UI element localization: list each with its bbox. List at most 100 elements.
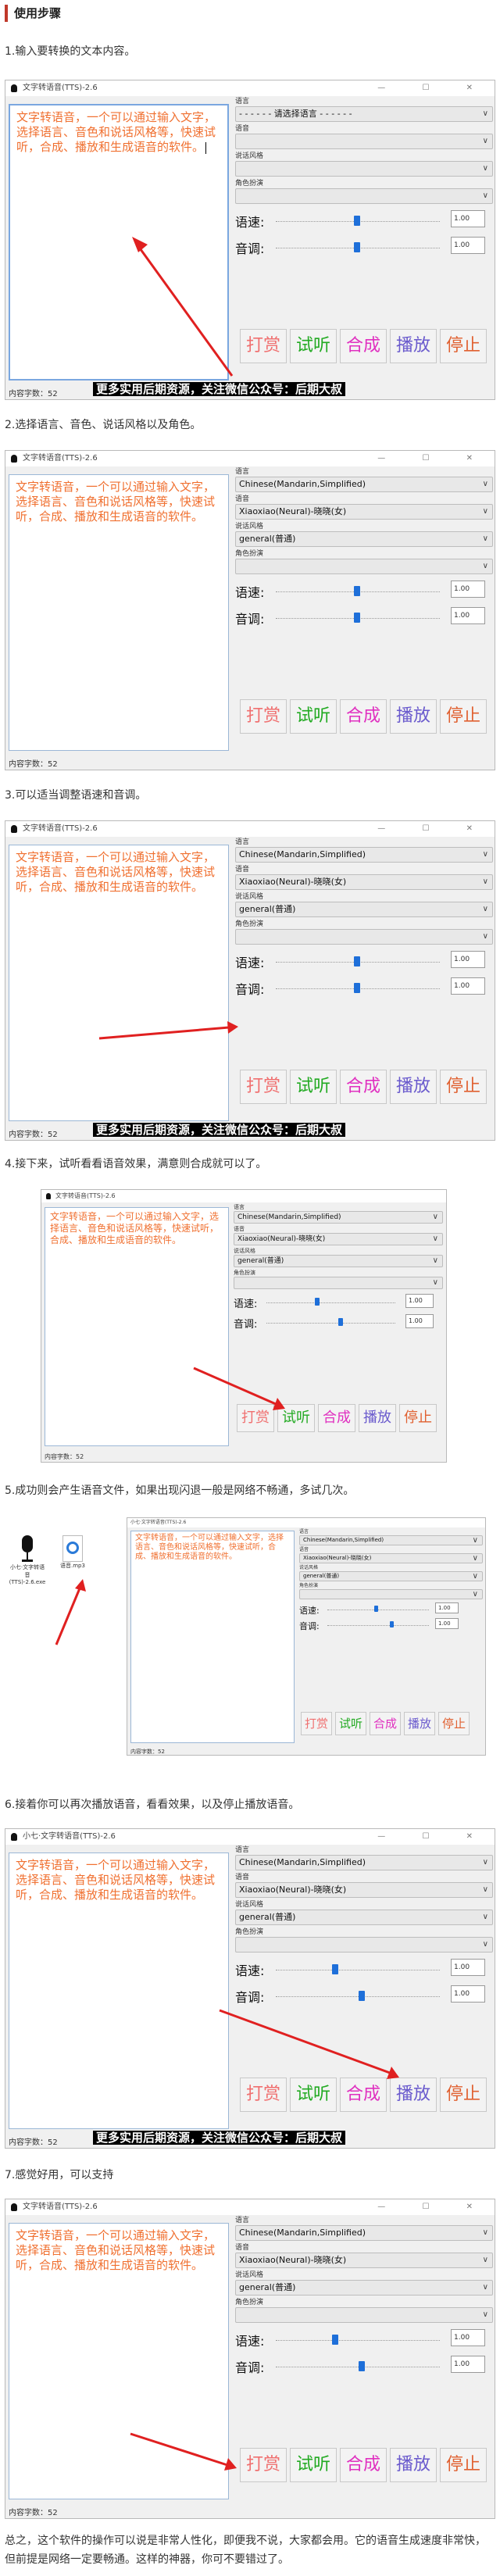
language-select[interactable]: - - - - - - 请选择语言 - - - - - - (235, 106, 493, 122)
role-select[interactable] (235, 1937, 493, 1953)
preview-button[interactable]: 试听 (290, 329, 337, 363)
pitch-slider-thumb[interactable] (359, 2361, 365, 2371)
stop-button[interactable]: 停止 (438, 1712, 470, 1735)
language-select[interactable]: Chinese(Mandarin,Simplified) (299, 1535, 483, 1545)
speed-slider-thumb[interactable] (354, 956, 360, 966)
role-select[interactable] (235, 929, 493, 945)
text-input[interactable]: 文字转语音，一个可以通过输入文字，选择语言、音色和说话风格等，快速试听，合成、播… (9, 474, 229, 751)
pitch-spinbox[interactable]: 1.00 (451, 977, 485, 995)
donate-button[interactable]: 打赏 (240, 699, 287, 734)
role-select[interactable] (235, 2307, 493, 2323)
synthesize-button[interactable]: 合成 (318, 1404, 355, 1432)
play-button[interactable]: 播放 (390, 1070, 437, 1104)
style-select[interactable] (235, 161, 493, 177)
text-input[interactable]: 文字转语音，一个可以通过输入文字，选择语言、音色和说话风格等，快速试听，合成、播… (9, 104, 229, 381)
play-button[interactable]: 播放 (390, 329, 437, 363)
pitch-slider-thumb[interactable] (338, 1318, 343, 1326)
language-select[interactable]: Chinese(Mandarin,Simplified) (235, 477, 493, 492)
language-select[interactable]: Chinese(Mandarin,Simplified) (235, 2225, 493, 2241)
style-select[interactable]: general(普通) (235, 531, 493, 547)
pitch-spinbox[interactable]: 1.00 (435, 1618, 459, 1629)
role-select[interactable] (234, 1277, 443, 1289)
synthesize-button[interactable]: 合成 (340, 329, 387, 363)
play-button[interactable]: 播放 (390, 699, 437, 734)
stop-button[interactable]: 停止 (399, 1404, 437, 1432)
speed-slider-thumb[interactable] (332, 1964, 338, 1974)
preview-button[interactable]: 试听 (290, 2078, 337, 2112)
window-controls[interactable]: — ☐ ✕ (377, 2199, 490, 2215)
style-select[interactable]: general(普通) (235, 1910, 493, 1925)
pitch-spinbox[interactable]: 1.00 (451, 1985, 485, 2003)
synthesize-button[interactable]: 合成 (340, 2078, 387, 2112)
donate-button[interactable]: 打赏 (240, 1070, 287, 1104)
window-controls[interactable]: — ☐ ✕ (377, 451, 490, 466)
style-select[interactable]: general(普通) (235, 2280, 493, 2296)
pitch-spinbox[interactable]: 1.00 (405, 1314, 434, 1328)
style-select[interactable]: general(普通) (234, 1255, 443, 1267)
donate-button[interactable]: 打赏 (240, 2078, 287, 2112)
pitch-slider-thumb[interactable] (354, 242, 360, 252)
voice-select[interactable]: Xiaoxiao(Neural)-晓晓(女) (234, 1233, 443, 1245)
pitch-slider-thumb[interactable] (390, 1621, 394, 1627)
play-button[interactable]: 播放 (390, 2448, 437, 2482)
donate-button[interactable]: 打赏 (240, 329, 287, 363)
style-select[interactable]: general(普通) (299, 1571, 483, 1581)
pitch-slider-thumb[interactable] (354, 983, 360, 993)
speed-spinbox[interactable]: 1.00 (451, 2329, 485, 2346)
preview-button[interactable]: 试听 (290, 2448, 337, 2482)
window-controls[interactable]: — ☐ ✕ (377, 821, 490, 837)
voice-select[interactable] (235, 134, 493, 149)
speed-spinbox[interactable]: 1.00 (451, 951, 485, 968)
text-input[interactable]: 文字转语音，一个可以通过输入文字，选择语言、音色和说话风格等，快速试听，合成、播… (45, 1207, 229, 1446)
language-select[interactable]: Chinese(Mandarin,Simplified) (235, 847, 493, 863)
voice-select[interactable]: Xiaoxiao(Neural)-晓晓(女) (235, 504, 493, 520)
pitch-track[interactable] (276, 1996, 440, 1997)
window-controls[interactable]: — ☐ ✕ (377, 80, 490, 96)
pitch-spinbox[interactable]: 1.00 (451, 237, 485, 254)
speed-spinbox[interactable]: 1.00 (451, 1959, 485, 1976)
text-input[interactable]: 文字转语音，一个可以通过输入文字，选择语言、音色和说话风格等，快速试听，合成、播… (9, 845, 229, 1121)
text-input[interactable]: 文字转语音，一个可以通过输入文字，选择语言、音色和说话风格等，快速试听，合成、播… (130, 1531, 295, 1743)
speed-spinbox[interactable]: 1.00 (435, 1602, 459, 1613)
preview-button[interactable]: 试听 (290, 699, 337, 734)
exe-desktop-icon[interactable]: 小七·文字转语音(TTS)-2.6.exe (8, 1535, 47, 1585)
text-input[interactable]: 文字转语音，一个可以通过输入文字，选择语言、音色和说话风格等，快速试听，合成、播… (9, 2223, 229, 2499)
role-select[interactable] (235, 559, 493, 574)
preview-button[interactable]: 试听 (335, 1712, 366, 1735)
pitch-spinbox[interactable]: 1.00 (451, 607, 485, 624)
style-select[interactable]: general(普通) (235, 902, 493, 917)
stop-button[interactable]: 停止 (440, 2078, 487, 2112)
preview-button[interactable]: 试听 (277, 1404, 315, 1432)
language-select[interactable]: Chinese(Mandarin,Simplified) (235, 1855, 493, 1870)
speed-spinbox[interactable]: 1.00 (451, 210, 485, 227)
speed-track[interactable] (266, 1302, 395, 1303)
voice-select[interactable]: Xiaoxiao(Neural)-晓晓(女) (235, 874, 493, 890)
role-select[interactable] (235, 188, 493, 204)
donate-button[interactable]: 打赏 (237, 1404, 274, 1432)
synthesize-button[interactable]: 合成 (370, 1712, 401, 1735)
stop-button[interactable]: 停止 (440, 2448, 487, 2482)
pitch-track[interactable] (266, 1323, 395, 1324)
synthesize-button[interactable]: 合成 (340, 2448, 387, 2482)
speed-slider-thumb[interactable] (354, 216, 360, 226)
voice-select[interactable]: Xiaoxiao(Neural)-晓晓(女) (235, 1882, 493, 1898)
pitch-slider-thumb[interactable] (354, 613, 360, 623)
synthesize-button[interactable]: 合成 (340, 1070, 387, 1104)
preview-button[interactable]: 试听 (290, 1070, 337, 1104)
speed-slider-thumb[interactable] (374, 1606, 378, 1612)
donate-button[interactable]: 打赏 (240, 2448, 287, 2482)
synthesize-button[interactable]: 合成 (340, 699, 387, 734)
pitch-slider-thumb[interactable] (359, 1991, 365, 2001)
text-input[interactable]: 文字转语音，一个可以通过输入文字，选择语言、音色和说话风格等，快速试听，合成、播… (9, 1853, 229, 2129)
window-controls[interactable]: — ☐ ✕ (377, 1829, 490, 1845)
speed-track[interactable] (276, 2340, 440, 2341)
play-button[interactable]: 播放 (404, 1712, 435, 1735)
language-select[interactable]: Chinese(Mandarin,Simplified) (234, 1211, 443, 1224)
stop-button[interactable]: 停止 (440, 1070, 487, 1104)
mp3-desktop-icon[interactable]: 语音.mp3 (55, 1535, 91, 1570)
speed-spinbox[interactable]: 1.00 (451, 581, 485, 598)
speed-slider-thumb[interactable] (315, 1298, 320, 1306)
voice-select[interactable]: Xiaoxiao(Neural)-晓晓(女) (235, 2253, 493, 2268)
stop-button[interactable]: 停止 (440, 699, 487, 734)
role-select[interactable] (299, 1589, 483, 1599)
